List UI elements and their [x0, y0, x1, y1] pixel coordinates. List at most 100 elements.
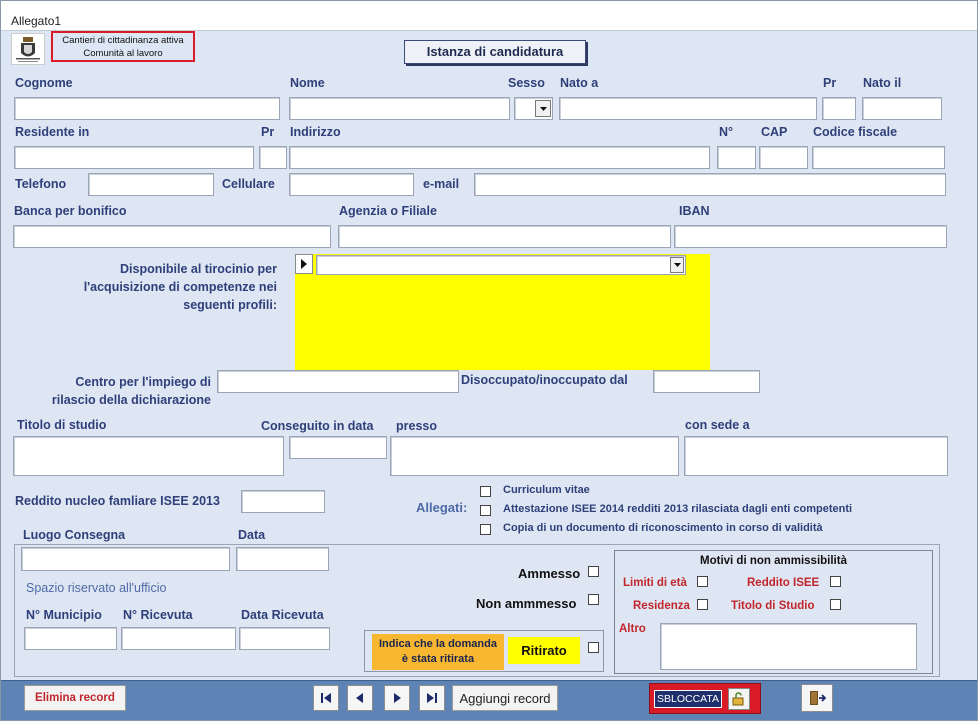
allegato-checkbox[interactable]: [480, 524, 491, 535]
municipal-crest-icon: [11, 33, 45, 65]
cognome-input[interactable]: [14, 97, 280, 120]
aggiungi-record-button[interactable]: Aggiungi record: [452, 685, 558, 711]
banca-label: Banca per bonifico: [14, 204, 127, 218]
window-title: Allegato1: [11, 14, 62, 28]
municipio-input[interactable]: [24, 627, 117, 650]
agenzia-input[interactable]: [338, 225, 671, 248]
numero-input[interactable]: [717, 146, 756, 169]
presso-input[interactable]: [390, 436, 679, 476]
ritirato-checkbox[interactable]: [588, 642, 599, 653]
chevron-down-icon[interactable]: [535, 100, 551, 117]
centro-input[interactable]: [217, 370, 459, 393]
allegato-label: Attestazione ISEE 2014 redditi 2013 rila…: [503, 503, 853, 515]
numero-label: N°: [719, 125, 734, 139]
status-badge: SBLOCCATA: [654, 690, 722, 708]
nome-label: Nome: [290, 76, 325, 90]
titolo-label: Titolo di studio: [17, 418, 107, 432]
telefono-input[interactable]: [88, 173, 214, 196]
nato-il-input[interactable]: [862, 97, 942, 120]
iban-label: IBAN: [679, 204, 710, 218]
nato-a-input[interactable]: [559, 97, 817, 120]
motivi-title: Motivi di non ammissibilità: [700, 555, 847, 567]
sede-label: con sede a: [685, 418, 750, 432]
email-label: e-mail: [423, 177, 460, 191]
email-input[interactable]: [474, 173, 946, 196]
project-line-2: Comunità al lavoro: [83, 48, 163, 59]
nato-a-label: Nato a: [560, 76, 599, 90]
limiti-eta-checkbox[interactable]: [697, 576, 708, 587]
pr-residenza-label: Pr: [261, 125, 275, 139]
disoccupato-input[interactable]: [653, 370, 760, 393]
pr-residenza-input[interactable]: [259, 146, 287, 169]
nato-il-label: Nato il: [863, 76, 902, 90]
cap-input[interactable]: [759, 146, 808, 169]
telefono-label: Telefono: [15, 177, 67, 191]
titolo-studio-label: Titolo di Studio: [731, 600, 815, 612]
previous-record-icon[interactable]: [347, 685, 373, 711]
last-record-icon[interactable]: [419, 685, 445, 711]
title-bar: Allegato1: [1, 1, 977, 31]
codice-fiscale-label: Codice fiscale: [813, 125, 898, 139]
form-title: Istanza di candidatura: [404, 40, 586, 64]
form-header: Cantieri di cittadinanza attiva Comunità…: [1, 31, 977, 69]
ritirato-badge: Ritirato: [508, 637, 580, 664]
unlock-icon[interactable]: [728, 688, 750, 710]
pr-nascita-input[interactable]: [822, 97, 856, 120]
residenza-checkbox[interactable]: [697, 599, 708, 610]
cellulare-label: Cellulare: [222, 177, 275, 191]
profili-label: Disponibile al tirocinio per l'acquisizi…: [83, 262, 277, 312]
titolo-input[interactable]: [13, 436, 284, 476]
ammesso-label: Ammesso: [518, 566, 581, 581]
profilo-select[interactable]: [316, 255, 686, 275]
sede-input[interactable]: [684, 436, 948, 476]
sesso-select[interactable]: [514, 97, 553, 120]
project-box: Cantieri di cittadinanza attiva Comunità…: [51, 31, 195, 62]
navigation-bar: Elimina record Aggiungi record SBLOCCATA: [1, 680, 977, 720]
nome-input[interactable]: [289, 97, 510, 120]
banca-input[interactable]: [13, 225, 331, 248]
altro-input[interactable]: [660, 623, 917, 670]
isee-input[interactable]: [241, 490, 325, 513]
data-consegna-input[interactable]: [236, 547, 329, 571]
ricevuta-input[interactable]: [121, 627, 236, 650]
disoccupato-label: Disoccupato/inoccupato dal: [461, 373, 628, 387]
conseguito-label: Conseguito in data: [261, 419, 374, 433]
allegati-label: Allegati:: [416, 500, 468, 515]
reddito-isee-checkbox[interactable]: [830, 576, 841, 587]
altro-label: Altro: [619, 623, 646, 635]
form-window: Allegato1 Cantieri di cittadinanza attiv…: [0, 0, 978, 721]
data-ricevuta-input[interactable]: [239, 627, 330, 650]
luogo-consegna-input[interactable]: [21, 547, 230, 571]
conseguito-input[interactable]: [289, 436, 387, 459]
ammesso-checkbox[interactable]: [588, 566, 599, 577]
residente-input[interactable]: [14, 146, 254, 169]
indirizzo-label: Indirizzo: [290, 125, 341, 139]
allegato-checkbox[interactable]: [480, 486, 491, 497]
presso-label: presso: [396, 419, 437, 433]
titolo-studio-checkbox[interactable]: [830, 599, 841, 610]
limiti-eta-label: Limiti di età: [623, 577, 687, 589]
cognome-label: Cognome: [15, 76, 73, 90]
indirizzo-input[interactable]: [289, 146, 710, 169]
exit-icon[interactable]: [801, 684, 833, 712]
cap-label: CAP: [761, 125, 788, 139]
project-line-1: Cantieri di cittadinanza attiva: [62, 35, 184, 46]
data-consegna-label: Data: [238, 528, 266, 542]
non-ammesso-checkbox[interactable]: [588, 594, 599, 605]
luogo-consegna-label: Luogo Consegna: [23, 528, 126, 542]
spazio-riservato-label: Spazio riservato all'ufficio: [26, 581, 167, 595]
cellulare-input[interactable]: [289, 173, 414, 196]
ricevuta-label: N° Ricevuta: [123, 608, 193, 622]
record-selector-icon[interactable]: [295, 254, 313, 274]
elimina-record-button[interactable]: Elimina record: [24, 685, 126, 711]
allegato-checkbox[interactable]: [480, 505, 491, 516]
first-record-icon[interactable]: [313, 685, 339, 711]
next-record-icon[interactable]: [384, 685, 410, 711]
chevron-down-icon[interactable]: [670, 257, 684, 273]
iban-input[interactable]: [674, 225, 947, 248]
lock-status-panel: SBLOCCATA: [649, 683, 761, 714]
codice-fiscale-input[interactable]: [812, 146, 945, 169]
allegato-label: Curriculum vitae: [503, 484, 590, 496]
non-ammesso-label: Non ammmesso: [476, 596, 577, 611]
sesso-label: Sesso: [508, 76, 545, 90]
